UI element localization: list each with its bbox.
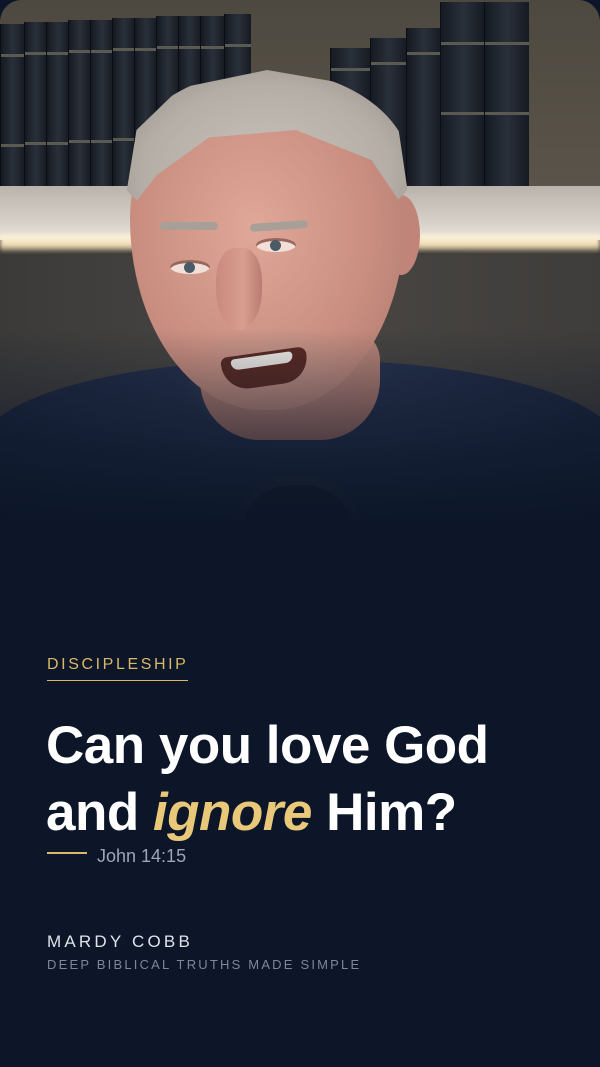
author-name: MARDY COBB <box>47 932 193 951</box>
speaker-photo <box>0 0 600 520</box>
post-card: DISCIPLESHIP Can you love God and ignore… <box>0 0 600 1067</box>
headline-prefix: and <box>46 783 153 842</box>
headline-line-1: Can you love God <box>46 716 489 775</box>
brow-left <box>160 222 218 230</box>
category-label: DISCIPLESHIP <box>47 656 189 681</box>
eye-left <box>170 260 210 274</box>
headline-suffix: Him? <box>311 783 457 842</box>
reference-text: John 14:15 <box>97 846 187 866</box>
headline: Can you love God and ignore Him? <box>46 712 586 846</box>
eye-right <box>256 238 296 252</box>
photo-fade <box>0 330 600 520</box>
headline-emphasis: ignore <box>152 783 312 842</box>
nose <box>216 248 262 330</box>
reference-rule <box>47 852 87 854</box>
author-tagline: DEEP BIBLICAL TRUTHS MADE SIMPLE <box>47 957 362 972</box>
